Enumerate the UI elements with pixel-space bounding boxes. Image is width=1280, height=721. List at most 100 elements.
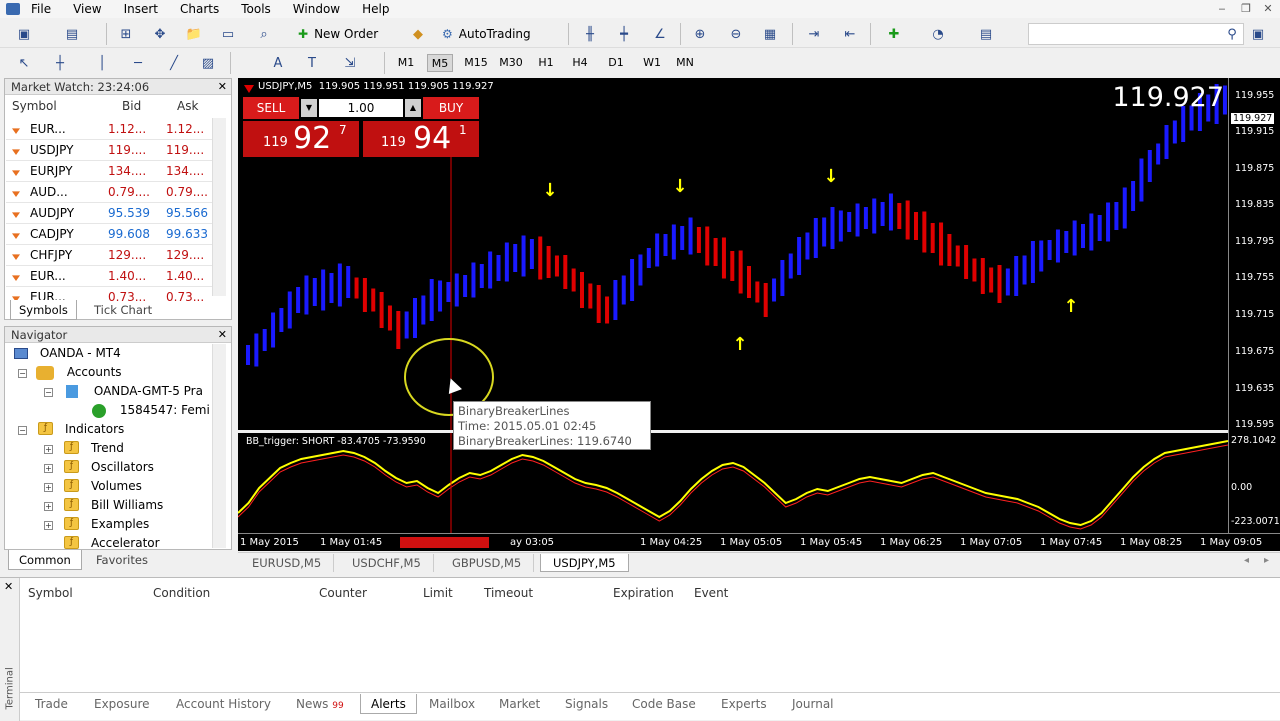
tf-m30[interactable]: M30 <box>497 54 525 72</box>
horizontal-line-icon[interactable]: ─ <box>128 53 148 73</box>
tab-favorites[interactable]: Favorites <box>96 550 148 570</box>
navigator-scrollbar[interactable] <box>212 344 226 548</box>
menu-insert[interactable]: Insert <box>113 0 169 18</box>
profiles-icon[interactable]: ▤ <box>62 24 82 44</box>
tf-m5[interactable]: M5 <box>427 54 453 72</box>
column-limit[interactable]: Limit <box>423 586 453 600</box>
column-expiration[interactable]: Expiration <box>613 586 674 600</box>
price-axis[interactable]: 119.955 119.927 119.915 119.875 119.835 119.7… <box>1228 78 1280 533</box>
restore-icon[interactable]: ❐ <box>1236 1 1256 16</box>
expand-icon[interactable]: + <box>44 502 53 511</box>
tree-item-indicators[interactable]: Indicators <box>65 420 124 439</box>
market-watch-row[interactable]: EUR... 1.12... 1.12... <box>6 119 212 140</box>
tab-mailbox[interactable]: Mailbox <box>429 694 475 714</box>
tree-item-server[interactable]: OANDA-GMT-5 Pra <box>66 382 203 401</box>
tab-exposure[interactable]: Exposure <box>94 694 150 714</box>
tree-item-oscillators[interactable]: Oscillators <box>91 458 154 477</box>
autotrading-button[interactable]: ⚙ AutoTrading <box>442 23 531 45</box>
lot-size-input[interactable]: 1.00 <box>319 99 403 117</box>
scroll-right-icon[interactable]: ▸ <box>1264 555 1269 566</box>
tile-windows-icon[interactable]: ▦ <box>760 24 780 44</box>
text-icon[interactable]: A <box>268 53 288 73</box>
new-chart-icon[interactable]: ▣ <box>14 24 34 44</box>
cursor-icon[interactable]: ↖ <box>14 53 34 73</box>
market-watch-row[interactable]: USDJPY 119.... 119.... <box>6 140 212 161</box>
indicator-subwindow[interactable]: BB_trigger: SHORT -83.4705 -73.9590 <box>238 433 1228 533</box>
menu-help[interactable]: Help <box>351 0 400 18</box>
buy-price-button[interactable]: 119 94 1 <box>363 121 479 157</box>
terminal-icon[interactable]: ▭ <box>218 24 238 44</box>
tree-item-examples[interactable]: Examples <box>91 515 149 534</box>
menu-tools[interactable]: Tools <box>230 0 282 18</box>
market-watch-row[interactable]: CADJPY 99.608 99.633 <box>6 224 212 245</box>
tree-item-root[interactable]: OANDA - MT4 <box>14 344 121 363</box>
tester-icon[interactable]: ⌕ <box>254 24 274 44</box>
tab-code-base[interactable]: Code Base <box>632 694 696 714</box>
tab-trade[interactable]: Trade <box>35 694 68 714</box>
tab-account-history[interactable]: Account History <box>176 694 271 714</box>
tf-m15[interactable]: M15 <box>462 54 490 72</box>
close-icon[interactable]: ✕ <box>1258 1 1278 16</box>
crosshair-icon[interactable]: ┼ <box>50 53 70 73</box>
column-counter[interactable]: Counter <box>319 586 367 600</box>
tab-news[interactable]: News 99 <box>296 694 344 714</box>
channel-icon[interactable]: ▨ <box>198 53 218 73</box>
tf-h1[interactable]: H1 <box>534 54 558 72</box>
chart-tab-usdchf[interactable]: USDCHF,M5 <box>340 554 434 572</box>
scroll-left-icon[interactable]: ◂ <box>1244 555 1249 566</box>
tab-signals[interactable]: Signals <box>565 694 608 714</box>
periods-icon[interactable]: ◔ <box>928 24 948 44</box>
close-icon[interactable]: ✕ <box>4 580 13 593</box>
new-order-button[interactable]: ✚ New Order <box>298 23 378 45</box>
market-watch-row[interactable]: AUDJPY 95.539 95.566 <box>6 203 212 224</box>
menu-charts[interactable]: Charts <box>169 0 230 18</box>
templates-icon[interactable]: ▤ <box>976 24 996 44</box>
data-window-icon[interactable]: ✥ <box>150 24 170 44</box>
text-label-icon[interactable]: T <box>302 53 322 73</box>
column-event[interactable]: Event <box>694 586 728 600</box>
column-condition[interactable]: Condition <box>153 586 210 600</box>
tree-item-bill-williams[interactable]: Bill Williams <box>91 496 163 515</box>
minimize-icon[interactable]: ‒ <box>1212 1 1232 16</box>
community-icon[interactable]: ▣ <box>1248 24 1268 44</box>
line-chart-icon[interactable]: ∠ <box>650 24 670 44</box>
metaeditor-icon[interactable]: ◆ <box>408 24 428 44</box>
market-watch-scrollbar[interactable] <box>212 118 226 296</box>
tab-symbols[interactable]: Symbols <box>10 300 77 320</box>
vertical-line-icon[interactable]: │ <box>92 53 112 73</box>
market-watch-row[interactable]: EUR... 1.40... 1.40... <box>6 266 212 287</box>
arrows-icon[interactable]: ⇲ <box>340 53 360 73</box>
tab-experts[interactable]: Experts <box>721 694 767 714</box>
column-ask[interactable]: Ask <box>177 96 198 116</box>
menu-view[interactable]: View <box>62 0 112 18</box>
candle-chart-icon[interactable]: ┿ <box>614 24 634 44</box>
tf-h4[interactable]: H4 <box>568 54 592 72</box>
sell-price-button[interactable]: 119 92 7 <box>243 121 359 157</box>
collapse-icon[interactable]: − <box>18 369 27 378</box>
chart-tab-gbpusd[interactable]: GBPUSD,M5 <box>440 554 535 572</box>
search-icon[interactable]: ⚲ <box>1222 24 1242 44</box>
trendline-icon[interactable]: ╱ <box>164 53 184 73</box>
buy-button[interactable]: BUY <box>423 97 479 119</box>
tab-market[interactable]: Market <box>499 694 540 714</box>
bar-chart-icon[interactable]: ╫ <box>580 24 600 44</box>
search-input[interactable] <box>1028 23 1244 45</box>
tree-item-accounts[interactable]: Accounts <box>36 363 122 382</box>
lot-increase-button[interactable]: ▲ <box>405 99 421 117</box>
close-icon[interactable]: ✕ <box>218 327 227 343</box>
market-watch-row[interactable]: EURJPY 134.... 134.... <box>6 161 212 182</box>
tf-d1[interactable]: D1 <box>604 54 628 72</box>
close-icon[interactable]: ✕ <box>218 79 227 95</box>
market-watch-icon[interactable]: ⊞ <box>116 24 136 44</box>
time-axis[interactable]: 1 May 2015 1 May 01:45 2015.05.01 02:45 ay … <box>238 533 1280 551</box>
collapse-icon[interactable]: − <box>44 388 53 397</box>
expand-icon[interactable]: + <box>44 464 53 473</box>
expand-icon[interactable]: + <box>44 445 53 454</box>
indicators-icon[interactable]: ✚ <box>884 24 904 44</box>
tf-mn[interactable]: MN <box>672 54 698 72</box>
column-bid[interactable]: Bid <box>122 96 141 116</box>
tree-item-account[interactable]: 1584547: Femi <box>92 401 210 420</box>
menu-file[interactable]: File <box>20 0 62 18</box>
tab-common[interactable]: Common <box>8 550 82 570</box>
lot-decrease-button[interactable]: ▼ <box>301 99 317 117</box>
